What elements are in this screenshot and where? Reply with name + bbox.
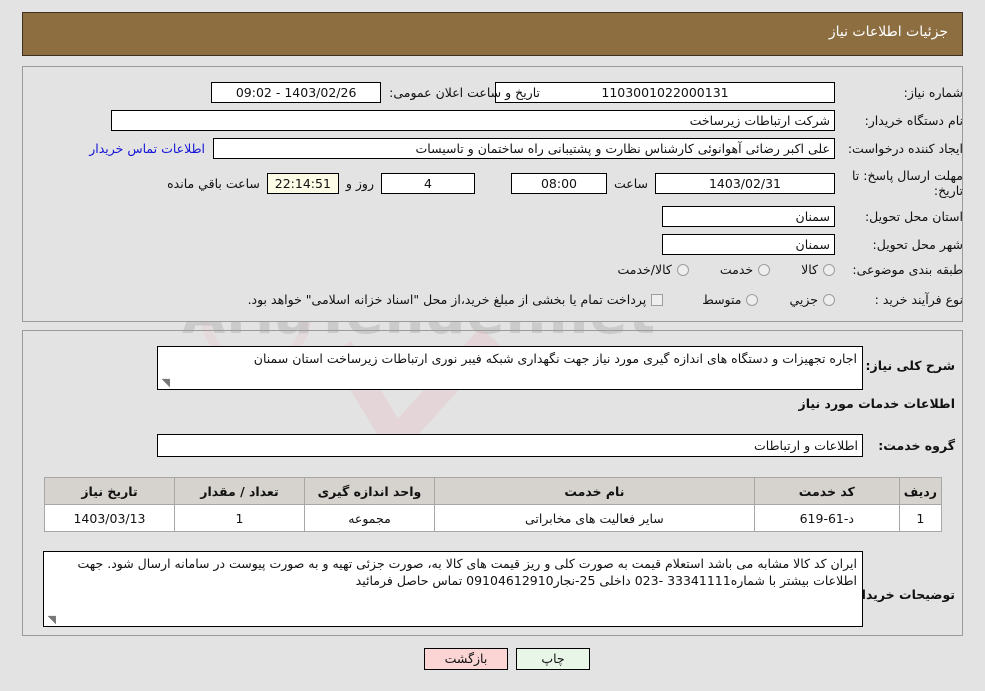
buyer-contact-link[interactable]: اطلاعات تماس خریدار	[89, 141, 205, 156]
table-row: 1 د-61-619 سایر فعالیت های مخابراتی مجمو…	[44, 504, 943, 532]
cell-index: 1	[898, 504, 943, 532]
buyer-org-field[interactable]: شرکت ارتباطات زیرساخت	[111, 110, 835, 131]
need-number-field[interactable]: 1103001022000131	[495, 82, 835, 103]
th-service-name: نام خدمت	[434, 477, 755, 505]
buyer-notes-textarea[interactable]: ایران کد کالا مشابه می باشد استعلام قیمت…	[43, 551, 863, 627]
th-need-date: تاریخ نیاز	[44, 477, 175, 505]
row-category: طبقه بندی موضوعی: کالا خدمت کالا/خدمت	[612, 262, 963, 277]
th-index: ردیف	[898, 477, 943, 505]
back-button[interactable]: بازگشت	[424, 648, 508, 670]
deadline-label: مهلت ارسال پاسخ: تا تاریخ:	[852, 168, 963, 198]
cell-need-date: 1403/03/13	[44, 504, 175, 532]
th-service-code: کد خدمت	[753, 477, 900, 505]
requester-field[interactable]: علی اکبر رضائی آهوانوئی کارشناس نظارت و …	[213, 138, 835, 159]
row-announce-datetime: تاریخ و ساعت اعلان عمومی: 1403/02/26 - 0…	[211, 82, 540, 103]
print-button[interactable]: چاپ	[516, 648, 590, 670]
cell-service-name: سایر فعالیت های مخابراتی	[434, 504, 755, 532]
announce-datetime-label: تاریخ و ساعت اعلان عمومی:	[389, 85, 540, 100]
resize-grip-icon[interactable]: ◥	[160, 377, 170, 388]
process-label: نوع فرآیند خرید :	[874, 292, 963, 307]
row-province: استان محل تحویل: سمنان	[662, 206, 963, 227]
service-group-field[interactable]: اطلاعات و ارتباطات	[157, 434, 863, 457]
radio-category-kala-label: کالا	[801, 262, 818, 277]
deadline-hour-field[interactable]: 08:00	[510, 172, 607, 194]
services-heading: اطلاعات خدمات مورد نیاز	[798, 396, 956, 411]
row-requester: ایجاد کننده درخواست: علی اکبر رضائی آهوا…	[89, 138, 963, 159]
announce-datetime-field[interactable]: 1403/02/26 - 09:02	[211, 82, 382, 103]
services-table: ردیف کد خدمت نام خدمت واحد اندازه گیری ت…	[44, 477, 943, 532]
treasury-note-label: پرداخت تمام یا بخشی از مبلغ خرید،از محل …	[247, 292, 647, 307]
row-process: نوع فرآیند خرید : جزیي متوسط پرداخت تمام…	[243, 292, 963, 307]
remaining-suffix-label: ساعت باقي مانده	[167, 175, 260, 191]
checkbox-treasury-docs[interactable]	[651, 293, 664, 306]
row-city: شهر محل تحویل: سمنان	[662, 234, 963, 255]
page-root: AriaTender.net جزئیات اطلاعات نیاز شماره…	[0, 0, 985, 691]
days-and-label: روز و	[345, 175, 374, 191]
page-header-bar: جزئیات اطلاعات نیاز	[22, 12, 963, 56]
row-service-group: گروه خدمت: اطلاعات و ارتباطات	[157, 434, 955, 457]
service-group-label: گروه خدمت:	[878, 438, 955, 453]
radio-process-motavaset[interactable]	[746, 293, 759, 306]
general-description-label: شرح کلی نیاز:	[865, 358, 955, 373]
cell-service-code: د-61-619	[753, 504, 900, 532]
radio-category-kala-khedmat-label: کالا/خدمت	[617, 262, 672, 277]
row-deadline: مهلت ارسال پاسخ: تا تاریخ: 1403/02/31 سا…	[167, 168, 963, 198]
radio-category-kala-khedmat[interactable]	[676, 263, 689, 276]
page-title: جزئیات اطلاعات نیاز	[828, 24, 948, 40]
cell-unit: مجموعه	[304, 504, 435, 532]
buyer-notes-value: ایران کد کالا مشابه می باشد استعلام قیمت…	[77, 556, 857, 588]
need-number-label: شماره نیاز:	[903, 85, 963, 100]
table-header-row: ردیف کد خدمت نام خدمت واحد اندازه گیری ت…	[44, 477, 943, 505]
city-label: شهر محل تحویل:	[872, 237, 963, 252]
row-need-number: شماره نیاز: 1103001022000131	[495, 82, 963, 103]
category-label: طبقه بندی موضوعی:	[852, 262, 963, 277]
radio-process-jozi-label: جزیي	[789, 292, 818, 307]
th-unit: واحد اندازه گیری	[304, 477, 435, 505]
radio-process-motavaset-label: متوسط	[702, 292, 742, 307]
city-field[interactable]: سمنان	[662, 234, 835, 255]
deadline-hour-label: ساعت	[613, 175, 648, 191]
radio-category-kala[interactable]	[823, 263, 835, 276]
requester-label: ایجاد کننده درخواست:	[847, 141, 963, 156]
buyer-notes-label: توضیحات خریدار:	[849, 587, 955, 602]
deadline-date-field[interactable]: 1403/02/31	[655, 172, 835, 194]
province-field[interactable]: سمنان	[662, 206, 835, 227]
th-quantity: تعداد / مقدار	[174, 477, 305, 505]
row-buyer-org: نام دستگاه خریدار: شرکت ارتباطات زیرساخت	[111, 110, 963, 131]
general-description-value: اجاره تجهیزات و دستگاه های اندازه گیری م…	[253, 351, 857, 366]
general-description-textarea[interactable]: اجاره تجهیزات و دستگاه های اندازه گیری م…	[157, 346, 863, 390]
radio-category-khedmat[interactable]	[758, 263, 771, 276]
resize-grip-icon-notes[interactable]: ◥	[46, 614, 56, 625]
buyer-org-label: نام دستگاه خریدار:	[864, 113, 963, 128]
radio-process-jozi[interactable]	[823, 293, 835, 306]
province-label: استان محل تحویل:	[864, 209, 963, 224]
remaining-days-field[interactable]: 4	[380, 172, 475, 194]
cell-quantity: 1	[174, 504, 305, 532]
remaining-time-field: 22:14:51	[266, 172, 339, 194]
radio-category-khedmat-label: خدمت	[719, 262, 754, 277]
